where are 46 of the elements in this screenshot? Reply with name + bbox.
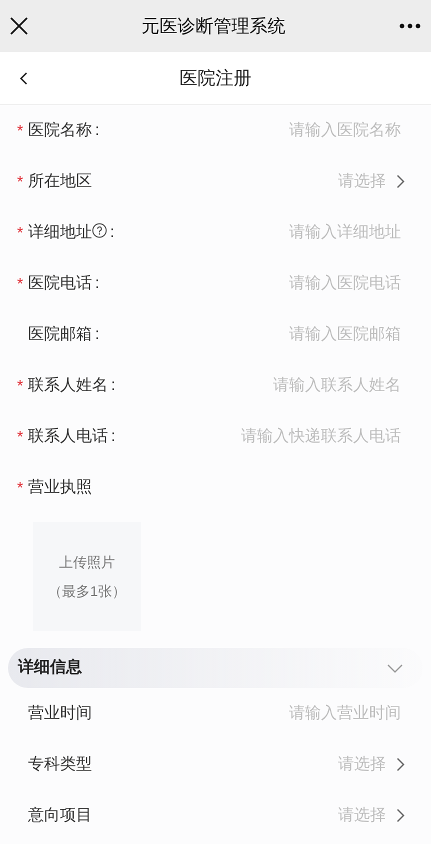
label-colon: : — [111, 376, 116, 396]
label-colon: : — [95, 274, 100, 294]
required-mark: * — [17, 224, 24, 242]
chevron-right-icon — [396, 757, 405, 772]
close-icon[interactable] — [10, 17, 28, 35]
field-label: 详细地址 — [28, 222, 92, 242]
field-label: 所在地区 — [28, 172, 92, 192]
field-label: 专科类型 — [28, 754, 92, 774]
required-mark: * — [17, 274, 24, 292]
label-colon: : — [111, 426, 116, 446]
select-field[interactable]: 请选择 — [338, 752, 405, 776]
input-field[interactable]: 请输入医院邮箱 — [107, 322, 401, 346]
more-icon[interactable] — [399, 23, 421, 29]
label-colon: : — [95, 324, 100, 344]
field-label: 医院电话 — [28, 274, 92, 294]
input-field[interactable]: 请输入联系人姓名 — [123, 374, 401, 398]
back-icon[interactable] — [19, 72, 28, 85]
required-mark: * — [17, 428, 24, 446]
field-label: 联系人姓名 — [28, 376, 108, 396]
window-title: 元医诊断管理系统 — [142, 14, 286, 38]
input-field[interactable]: 请输入详细地址 — [122, 220, 401, 244]
input-field[interactable]: 请输入医院名称 — [107, 118, 401, 142]
label-colon: : — [110, 222, 114, 242]
chevron-down-icon[interactable] — [387, 664, 403, 672]
field-label: 意向项目 — [28, 806, 92, 826]
select-field[interactable]: 请选择 — [338, 170, 405, 194]
required-mark: * — [17, 478, 24, 496]
page-title: 医院注册 — [180, 66, 252, 90]
field-label: 联系人电话 — [28, 426, 108, 446]
field-label: 医院邮箱 — [28, 324, 92, 344]
required-mark: * — [17, 172, 24, 190]
input-field[interactable]: 请输入医院电话 — [107, 272, 401, 296]
chevron-right-icon — [396, 808, 405, 823]
upload-button[interactable]: 上传照片 （最多1张） — [33, 522, 141, 631]
chevron-right-icon — [396, 174, 405, 189]
section-title: 详细信息 — [18, 657, 82, 678]
select-field[interactable]: 请选择 — [338, 804, 405, 828]
required-mark: * — [17, 122, 24, 140]
help-icon[interactable] — [92, 223, 107, 238]
input-field[interactable]: 请输入营业时间 — [100, 702, 401, 726]
field-label: 营业执照 — [28, 478, 92, 498]
field-label: 医院名称 — [28, 120, 92, 140]
input-field[interactable]: 请输入快递联系人电话 — [123, 424, 401, 448]
required-mark: * — [17, 376, 24, 394]
field-label: 营业时间 — [28, 704, 92, 724]
label-colon: : — [95, 120, 100, 140]
